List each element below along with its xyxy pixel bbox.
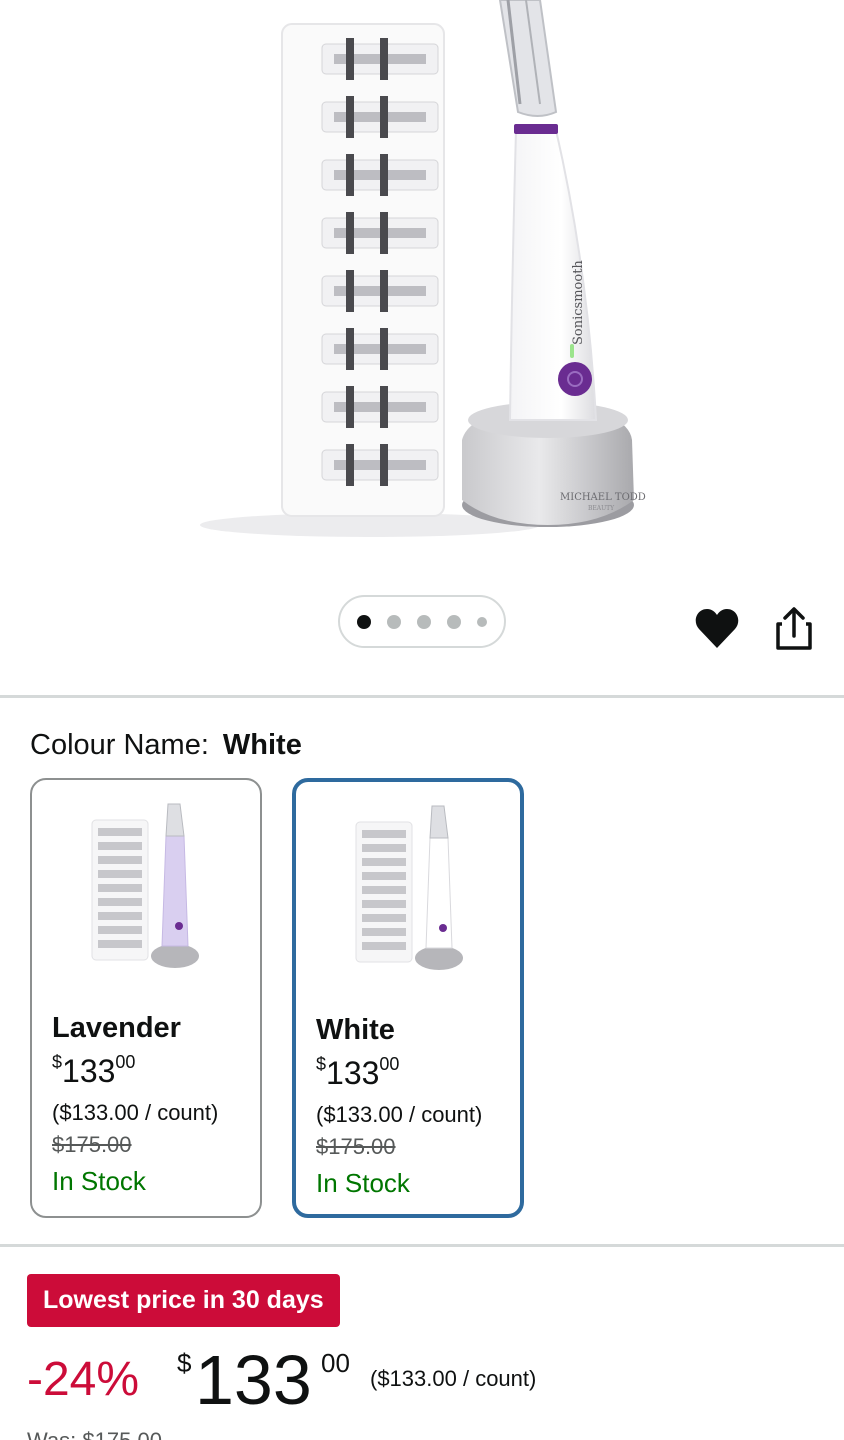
- share-button[interactable]: [772, 606, 816, 652]
- product-photo: MICHAEL TODD BEAUTY Sonicsmooth: [200, 0, 646, 537]
- price-whole: 133: [195, 1341, 312, 1419]
- carousel-dot[interactable]: [447, 614, 461, 629]
- swatch-unit-price: ($133.00 / count): [52, 1100, 219, 1125]
- price-symbol: $: [177, 1348, 192, 1378]
- product-image[interactable]: MICHAEL TODD BEAUTY Sonicsmooth: [0, 0, 844, 580]
- blade-refill: [321, 212, 439, 254]
- blade-refill: [321, 270, 439, 312]
- price-symbol: $: [316, 1054, 327, 1074]
- swatch-stock-status: In Stock: [316, 1168, 410, 1198]
- blade-refill: [321, 386, 439, 428]
- colour-selected-value: White: [222, 729, 302, 761]
- swatch-was-price: $175.00: [52, 1132, 132, 1157]
- price-whole: 133: [326, 1055, 380, 1091]
- section-divider: [0, 1244, 844, 1247]
- swatch-thumbnail: [355, 805, 463, 970]
- swatch-price: $13300: [52, 1052, 135, 1090]
- share-icon: [776, 607, 812, 650]
- lowest-price-badge: Lowest price in 30 days: [27, 1274, 340, 1327]
- swatch-unit-price: ($133.00 / count): [316, 1102, 483, 1127]
- section-divider: [0, 695, 844, 698]
- carousel-dot[interactable]: [357, 614, 371, 629]
- unit-price: ($133.00 / count): [370, 1366, 537, 1391]
- swatch-price: $13300: [316, 1054, 399, 1092]
- swatch-name: Lavender: [52, 1012, 181, 1044]
- carousel-dot[interactable]: [417, 614, 431, 629]
- price-whole: 133: [62, 1053, 116, 1089]
- swatch-was-price: $175.00: [316, 1134, 396, 1159]
- blade-refill: [321, 96, 439, 138]
- was-price: Was: $175.00: [27, 1428, 162, 1440]
- price-symbol: $: [52, 1052, 63, 1072]
- swatch-white[interactable]: White $13300 ($133.00 / count) $175.00 I…: [292, 778, 524, 1218]
- blade-refill: [321, 38, 439, 80]
- swatch-thumbnail: [91, 803, 199, 968]
- svg-text:MICHAEL TODD: MICHAEL TODD: [560, 492, 646, 503]
- price-fraction: 00: [379, 1054, 400, 1074]
- svg-text:Sonicsmooth: Sonicsmooth: [571, 260, 586, 345]
- swatch-name: White: [316, 1014, 395, 1046]
- blade-refill: [321, 444, 439, 486]
- carousel-dot[interactable]: [387, 614, 401, 629]
- swatch-stock-status: In Stock: [52, 1166, 146, 1196]
- heart-icon: [695, 609, 739, 648]
- carousel-dot[interactable]: [477, 616, 487, 627]
- price-fraction: 00: [321, 1348, 350, 1378]
- blade-refill: [321, 154, 439, 196]
- blade-refill: [321, 328, 439, 370]
- colour-label: Colour Name:: [30, 729, 209, 761]
- discount-percent: -24%: [27, 1353, 140, 1406]
- carousel-indicator[interactable]: [338, 595, 506, 648]
- swatch-lavender[interactable]: Lavender $13300 ($133.00 / count) $175.0…: [30, 778, 262, 1218]
- wishlist-button[interactable]: [693, 604, 741, 652]
- colour-name-row: Colour Name: White: [30, 726, 302, 763]
- price-fraction: 00: [115, 1052, 136, 1072]
- svg-text:BEAUTY: BEAUTY: [588, 505, 615, 512]
